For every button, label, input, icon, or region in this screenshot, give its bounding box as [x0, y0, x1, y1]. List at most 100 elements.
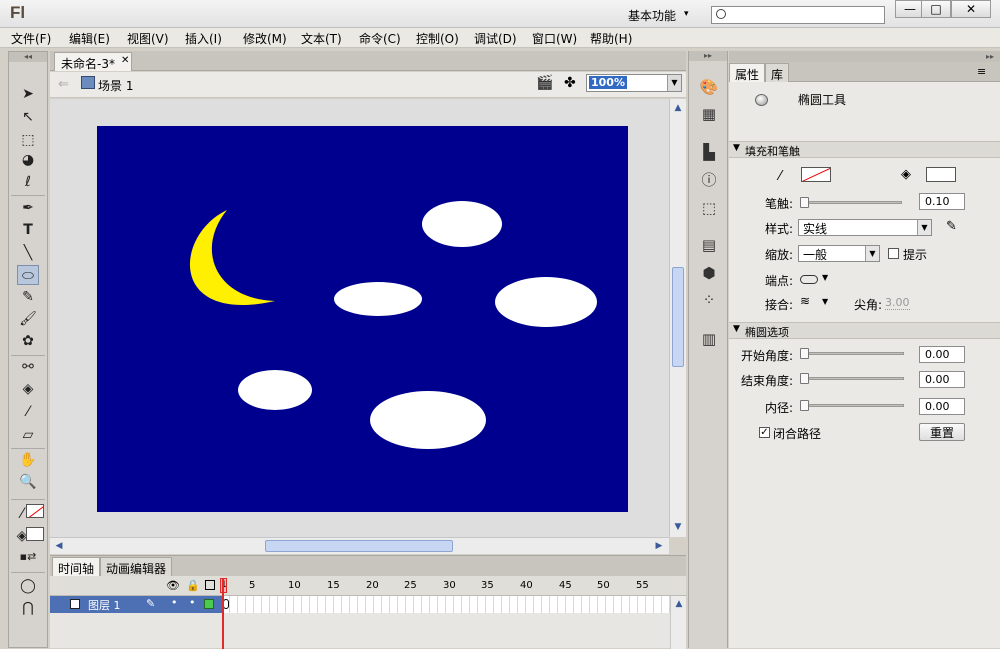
tab-library[interactable]: 库 — [765, 63, 790, 82]
hint-checkbox[interactable] — [888, 248, 899, 259]
slider-handle[interactable] — [800, 348, 809, 359]
chevron-down-icon[interactable]: ▾ — [684, 9, 689, 19]
zoom-select[interactable]: 100% ▼ — [586, 74, 682, 92]
3d-rotation-tool-icon[interactable]: ◕ — [17, 150, 39, 170]
panel-menu-icon[interactable]: ≡ — [977, 65, 986, 78]
text-tool-icon[interactable]: T — [17, 220, 39, 240]
chevron-down-icon[interactable]: ▼ — [822, 297, 828, 306]
fill-color-swatch[interactable] — [926, 167, 956, 182]
menu-text[interactable]: 文本(T) — [301, 30, 342, 47]
stroke-slider[interactable] — [800, 201, 902, 204]
lock-dot[interactable]: • — [189, 596, 196, 609]
inner-radius-slider[interactable] — [800, 404, 904, 407]
cap-style-icon[interactable] — [800, 275, 818, 284]
edit-stroke-style-icon[interactable]: ✎ — [946, 219, 957, 234]
menu-edit[interactable]: 编辑(E) — [69, 30, 110, 47]
object-drawing-icon[interactable]: ◯ — [17, 576, 39, 596]
slider-handle[interactable] — [800, 197, 809, 208]
components-panel-icon[interactable]: ⬢ — [698, 262, 720, 284]
tab-properties[interactable]: 属性 — [729, 63, 766, 82]
bone-tool-icon[interactable]: ⚯ — [17, 357, 39, 377]
chevron-down-icon[interactable]: ▼ — [667, 75, 681, 91]
document-tab[interactable]: 未命名-3* ✕ — [54, 52, 132, 71]
layer-name[interactable]: 图层 1 — [88, 597, 121, 613]
menu-window[interactable]: 窗口(W) — [532, 30, 577, 47]
pencil-tool-icon[interactable]: ✎ — [17, 287, 39, 307]
horizontal-scrollbar[interactable]: ◀ ▶ — [50, 537, 669, 554]
scroll-up-icon[interactable]: ▲ — [672, 597, 686, 611]
scene-label[interactable]: 场景 1 — [98, 77, 133, 94]
start-angle-field[interactable]: 0.00 — [919, 346, 965, 363]
menu-debug[interactable]: 调试(D) — [474, 30, 517, 47]
layer-row[interactable]: 图层 1 ✎ • • — [50, 596, 686, 613]
menu-help[interactable]: 帮助(H) — [590, 30, 632, 47]
cloud-shape[interactable] — [495, 277, 597, 327]
cloud-shape[interactable] — [334, 282, 422, 316]
menu-commands[interactable]: 命令(C) — [359, 30, 401, 47]
scrollbar-thumb[interactable] — [265, 540, 453, 552]
zoom-tool-icon[interactable]: 🔍 — [17, 472, 39, 492]
transform-panel-icon[interactable]: ⬚ — [698, 197, 720, 219]
chevron-down-icon[interactable]: ▼ — [733, 324, 740, 334]
edit-symbols-icon[interactable]: ✤ — [564, 75, 576, 91]
maximize-button[interactable]: □ — [921, 0, 951, 18]
motion-presets-icon[interactable]: ⁘ — [698, 289, 720, 311]
close-button[interactable]: ✕ — [951, 0, 991, 18]
menu-insert[interactable]: 插入(I) — [185, 30, 222, 47]
oval-tool-icon[interactable]: ⬭ — [17, 265, 39, 285]
stroke-color-swatch[interactable] — [26, 504, 44, 518]
tab-motion-editor[interactable]: 动画编辑器 — [100, 557, 173, 576]
hand-tool-icon[interactable]: ✋ — [17, 450, 39, 470]
color-panel-icon[interactable]: 🎨 — [698, 76, 720, 98]
workspace-switcher[interactable]: 基本功能 — [628, 7, 676, 24]
menu-view[interactable]: 视图(V) — [127, 30, 169, 47]
scale-select[interactable]: 一般 ▼ — [798, 245, 880, 262]
expand-handle[interactable]: ▸▸ — [689, 51, 727, 61]
cloud-shape[interactable] — [238, 370, 312, 410]
playhead[interactable] — [222, 578, 224, 649]
selection-tool-icon[interactable]: ➤ — [17, 84, 39, 104]
close-path-checkbox[interactable]: ✓ — [759, 427, 770, 438]
lock-icon[interactable]: 🔒 — [186, 579, 200, 592]
align-panel-icon[interactable]: ▙ — [698, 141, 720, 163]
frames-strip[interactable] — [222, 596, 672, 613]
cloud-shape[interactable] — [370, 391, 486, 449]
scroll-down-icon[interactable]: ▼ — [671, 520, 685, 534]
eye-icon[interactable]: 👁 — [166, 579, 180, 592]
chevron-down-icon[interactable]: ▼ — [917, 220, 931, 235]
fill-color-swatch[interactable] — [26, 527, 44, 541]
end-angle-field[interactable]: 0.00 — [919, 371, 965, 388]
search-input[interactable] — [711, 6, 885, 24]
inner-radius-field[interactable]: 0.00 — [919, 398, 965, 415]
vertical-scrollbar[interactable]: ▲ ▼ — [669, 99, 686, 537]
line-tool-icon[interactable]: ╲ — [17, 243, 39, 263]
layer-name-cell[interactable]: 图层 1 ✎ • • — [50, 596, 222, 613]
lasso-tool-icon[interactable]: ℓ — [17, 172, 39, 192]
pen-tool-icon[interactable]: ✒ — [17, 198, 39, 218]
layer-color-box[interactable] — [204, 599, 214, 609]
eyedropper-tool-icon[interactable]: ⁄ — [17, 402, 39, 422]
subselection-tool-icon[interactable]: ↖ — [17, 107, 39, 127]
swatches-panel-icon[interactable]: ▦ — [698, 103, 720, 125]
info-panel-icon[interactable]: ⓘ — [698, 169, 720, 191]
chevron-down-icon[interactable]: ▼ — [865, 246, 879, 261]
edit-scene-icon[interactable]: 🎬 — [536, 75, 553, 91]
reset-button[interactable]: 重置 — [919, 423, 965, 441]
fill-stroke-section[interactable]: ▼ 填充和笔触 — [729, 141, 1000, 158]
slider-handle[interactable] — [800, 400, 809, 411]
panel-handle[interactable]: ▸▸ — [729, 51, 1000, 62]
free-transform-tool-icon[interactable]: ⬚ — [17, 130, 39, 150]
timeline-scrollbar[interactable]: ▲ — [670, 596, 686, 649]
end-angle-slider[interactable] — [800, 377, 904, 380]
tab-timeline[interactable]: 时间轴 — [52, 557, 101, 576]
eraser-tool-icon[interactable]: ▱ — [17, 425, 39, 445]
pasteboard[interactable] — [50, 99, 669, 537]
cloud-shape[interactable] — [422, 201, 502, 247]
scroll-right-icon[interactable]: ▶ — [652, 539, 666, 553]
scrollbar-thumb[interactable] — [672, 267, 684, 367]
menu-file[interactable]: 文件(F) — [11, 30, 51, 47]
close-icon[interactable]: ✕ — [121, 55, 129, 66]
collapse-handle[interactable]: ◂◂ — [9, 52, 47, 62]
deco-tool-icon[interactable]: ✿ — [17, 331, 39, 351]
chevron-down-icon[interactable]: ▼ — [822, 273, 828, 282]
